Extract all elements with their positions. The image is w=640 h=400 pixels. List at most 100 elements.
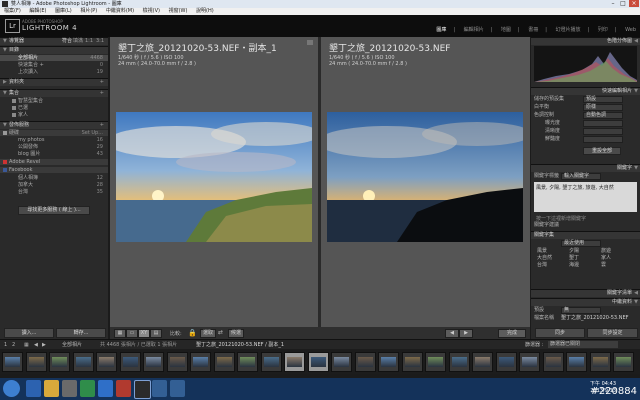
keyword-chip[interactable]: 海邊 (569, 262, 601, 269)
module-book[interactable]: 書冊 (528, 27, 538, 33)
metadata-preset-select[interactable]: 無 (561, 307, 601, 314)
nav-fill[interactable]: 填滿 (73, 38, 83, 45)
module-library[interactable]: 圖庫 (436, 27, 446, 33)
filmstrip-thumbnail[interactable] (119, 352, 141, 372)
collections-header[interactable]: ▼ 集合 + (0, 89, 108, 97)
filmstrip-thumbnail[interactable] (213, 352, 235, 372)
filmstrip-thumbnail[interactable] (495, 352, 517, 372)
collection-row[interactable]: 家人 (0, 112, 108, 118)
publish-row[interactable]: 個人相簿 12 (0, 175, 108, 181)
start-button[interactable] (3, 380, 20, 397)
nav-1to1[interactable]: 1:1 (85, 38, 93, 45)
vibrance-stepper[interactable] (583, 136, 623, 143)
app-icon[interactable] (116, 380, 131, 397)
lock-toggle-icon[interactable]: 🔒 (188, 329, 197, 337)
explorer-icon[interactable] (44, 380, 59, 397)
sunset-photo-edited[interactable] (116, 112, 312, 242)
keywording-header[interactable]: 關鍵字 ▼ (531, 164, 640, 172)
nav-fit[interactable]: 符合 (62, 38, 72, 45)
done-button[interactable]: 完成 (498, 329, 526, 338)
find-more-services-button[interactable]: 尋找更多服務 ( 線上 )... (18, 206, 90, 215)
filmstrip-thumbnail[interactable] (354, 352, 376, 372)
folders-header[interactable]: ▶ 資料夾 + (0, 78, 108, 86)
collection-row[interactable]: 智慧型集合 (0, 98, 108, 104)
reset-all-button[interactable]: 重設全部 (583, 147, 621, 155)
module-web[interactable]: Web (625, 27, 636, 33)
keyword-chip[interactable]: 墾丁 (569, 255, 601, 262)
publish-row[interactable]: my photos 16 (0, 137, 108, 143)
catalog-header[interactable]: ▼ 目錄 (0, 46, 108, 54)
catalog-row-previous-import[interactable]: 上次讀入 19 (0, 69, 108, 75)
nav-3to1[interactable]: 3:1 (96, 38, 104, 45)
grid-view-icon[interactable]: ▦ (114, 329, 126, 338)
filmstrip-thumbnail[interactable] (237, 352, 258, 372)
survey-view-icon[interactable]: ▤ (150, 329, 162, 338)
filmstrip-thumbnail[interactable] (190, 352, 211, 372)
next-icon[interactable]: ▶ (459, 329, 473, 338)
publish-row-harddrive[interactable]: 硬碟 Set Up... (0, 130, 108, 136)
publish-row[interactable]: 台灣 35 (0, 189, 108, 195)
filmstrip-thumbnail[interactable] (613, 352, 634, 372)
filmstrip-thumbnail[interactable] (25, 352, 47, 372)
import-button[interactable]: 讀入... (4, 328, 54, 338)
add-keyword-hint[interactable]: 按一下這裡新增關鍵字 (536, 215, 586, 222)
ie-icon[interactable] (26, 380, 41, 397)
filmstrip-thumbnail[interactable] (166, 352, 188, 372)
app-icon[interactable] (170, 380, 185, 397)
keyword-set-select[interactable]: 最近使用 (561, 240, 601, 247)
metadata-header[interactable]: 中繼資料 ▼ (531, 298, 640, 306)
filter-select[interactable]: 篩選器已關閉 (548, 341, 618, 348)
filmstrip-thumbnail[interactable] (542, 352, 564, 372)
exposure-stepper[interactable] (583, 120, 623, 127)
menu-help[interactable]: 說明(H) (196, 8, 214, 14)
module-develop[interactable]: 編輯相片 (464, 27, 484, 33)
histogram-header[interactable]: 色階分佈圖 ◀ (531, 37, 640, 45)
filmstrip-thumbnail[interactable] (331, 352, 352, 372)
close-button[interactable]: × (629, 0, 639, 7)
white-balance-select[interactable]: 原樣 (583, 104, 623, 111)
keyword-chip[interactable]: 夕陽 (569, 248, 601, 255)
add-collection-icon[interactable]: + (100, 90, 104, 97)
filmstrip-thumbnail[interactable] (566, 352, 587, 372)
publish-row-facebook[interactable]: Facebook (0, 167, 108, 173)
filmstrip-thumbnail[interactable] (72, 352, 94, 372)
publish-row[interactable]: 加拿大 28 (0, 182, 108, 188)
clarity-stepper[interactable] (583, 128, 623, 135)
menu-view[interactable]: 檢視(V) (143, 8, 160, 14)
collection-row[interactable]: 已選 (0, 105, 108, 111)
keyword-list-header[interactable]: 關鍵字清單 ◀ (531, 289, 640, 297)
keyword-chip[interactable]: 雲 (601, 262, 633, 269)
media-player-icon[interactable] (62, 380, 77, 397)
add-folder-icon[interactable]: + (100, 79, 104, 86)
publish-services-header[interactable]: ▼ 發佈服務 + (0, 121, 108, 129)
filmstrip-thumbnail[interactable] (143, 352, 164, 372)
keyword-set-header[interactable]: 關鍵字集 (531, 231, 640, 239)
outlook-icon[interactable] (98, 380, 113, 397)
menu-file[interactable]: 檔案(F) (4, 8, 21, 14)
filmstrip-thumbnail[interactable] (378, 352, 399, 372)
minimize-button[interactable]: – (608, 0, 618, 7)
filmstrip-thumbnail[interactable] (96, 352, 117, 372)
module-slideshow[interactable]: 幻燈片播放 (556, 27, 581, 33)
catalog-row-all-photos[interactable]: 全部相片 4468 (0, 55, 108, 61)
maximize-button[interactable]: □ (618, 0, 628, 7)
candidate-pane[interactable]: 墾丁之旅_20121020-53.NEF 1/640 秒 ( f / 5.6 )… (321, 37, 530, 327)
menu-edit[interactable]: 編輯(E) (29, 8, 46, 14)
quick-develop-header[interactable]: 快速編輯相片 ▼ (531, 87, 640, 95)
filmstrip-thumbnail[interactable] (519, 352, 540, 372)
previous-icon[interactable]: ◀ (445, 329, 459, 338)
publish-row-revel[interactable]: Adobe Revel (0, 159, 108, 165)
keyword-chip[interactable]: 家人 (601, 255, 633, 262)
filmstrip-thumbnail[interactable] (260, 352, 282, 372)
filmstrip-thumbnail[interactable] (425, 352, 446, 372)
module-map[interactable]: 地圖 (501, 27, 511, 33)
keyword-chip[interactable]: 大自然 (537, 255, 569, 262)
filmstrip-thumbnail[interactable] (284, 352, 305, 372)
compare-view-icon[interactable]: XY (138, 329, 150, 338)
menu-window[interactable]: 視窗(W) (169, 8, 188, 14)
module-print[interactable]: 列印 (598, 27, 608, 33)
app-icon[interactable] (152, 380, 167, 397)
filmstrip-thumbnail[interactable] (589, 352, 611, 372)
filmstrip-thumbnail[interactable] (49, 352, 70, 372)
keyword-chip[interactable]: 台灣 (537, 262, 569, 269)
